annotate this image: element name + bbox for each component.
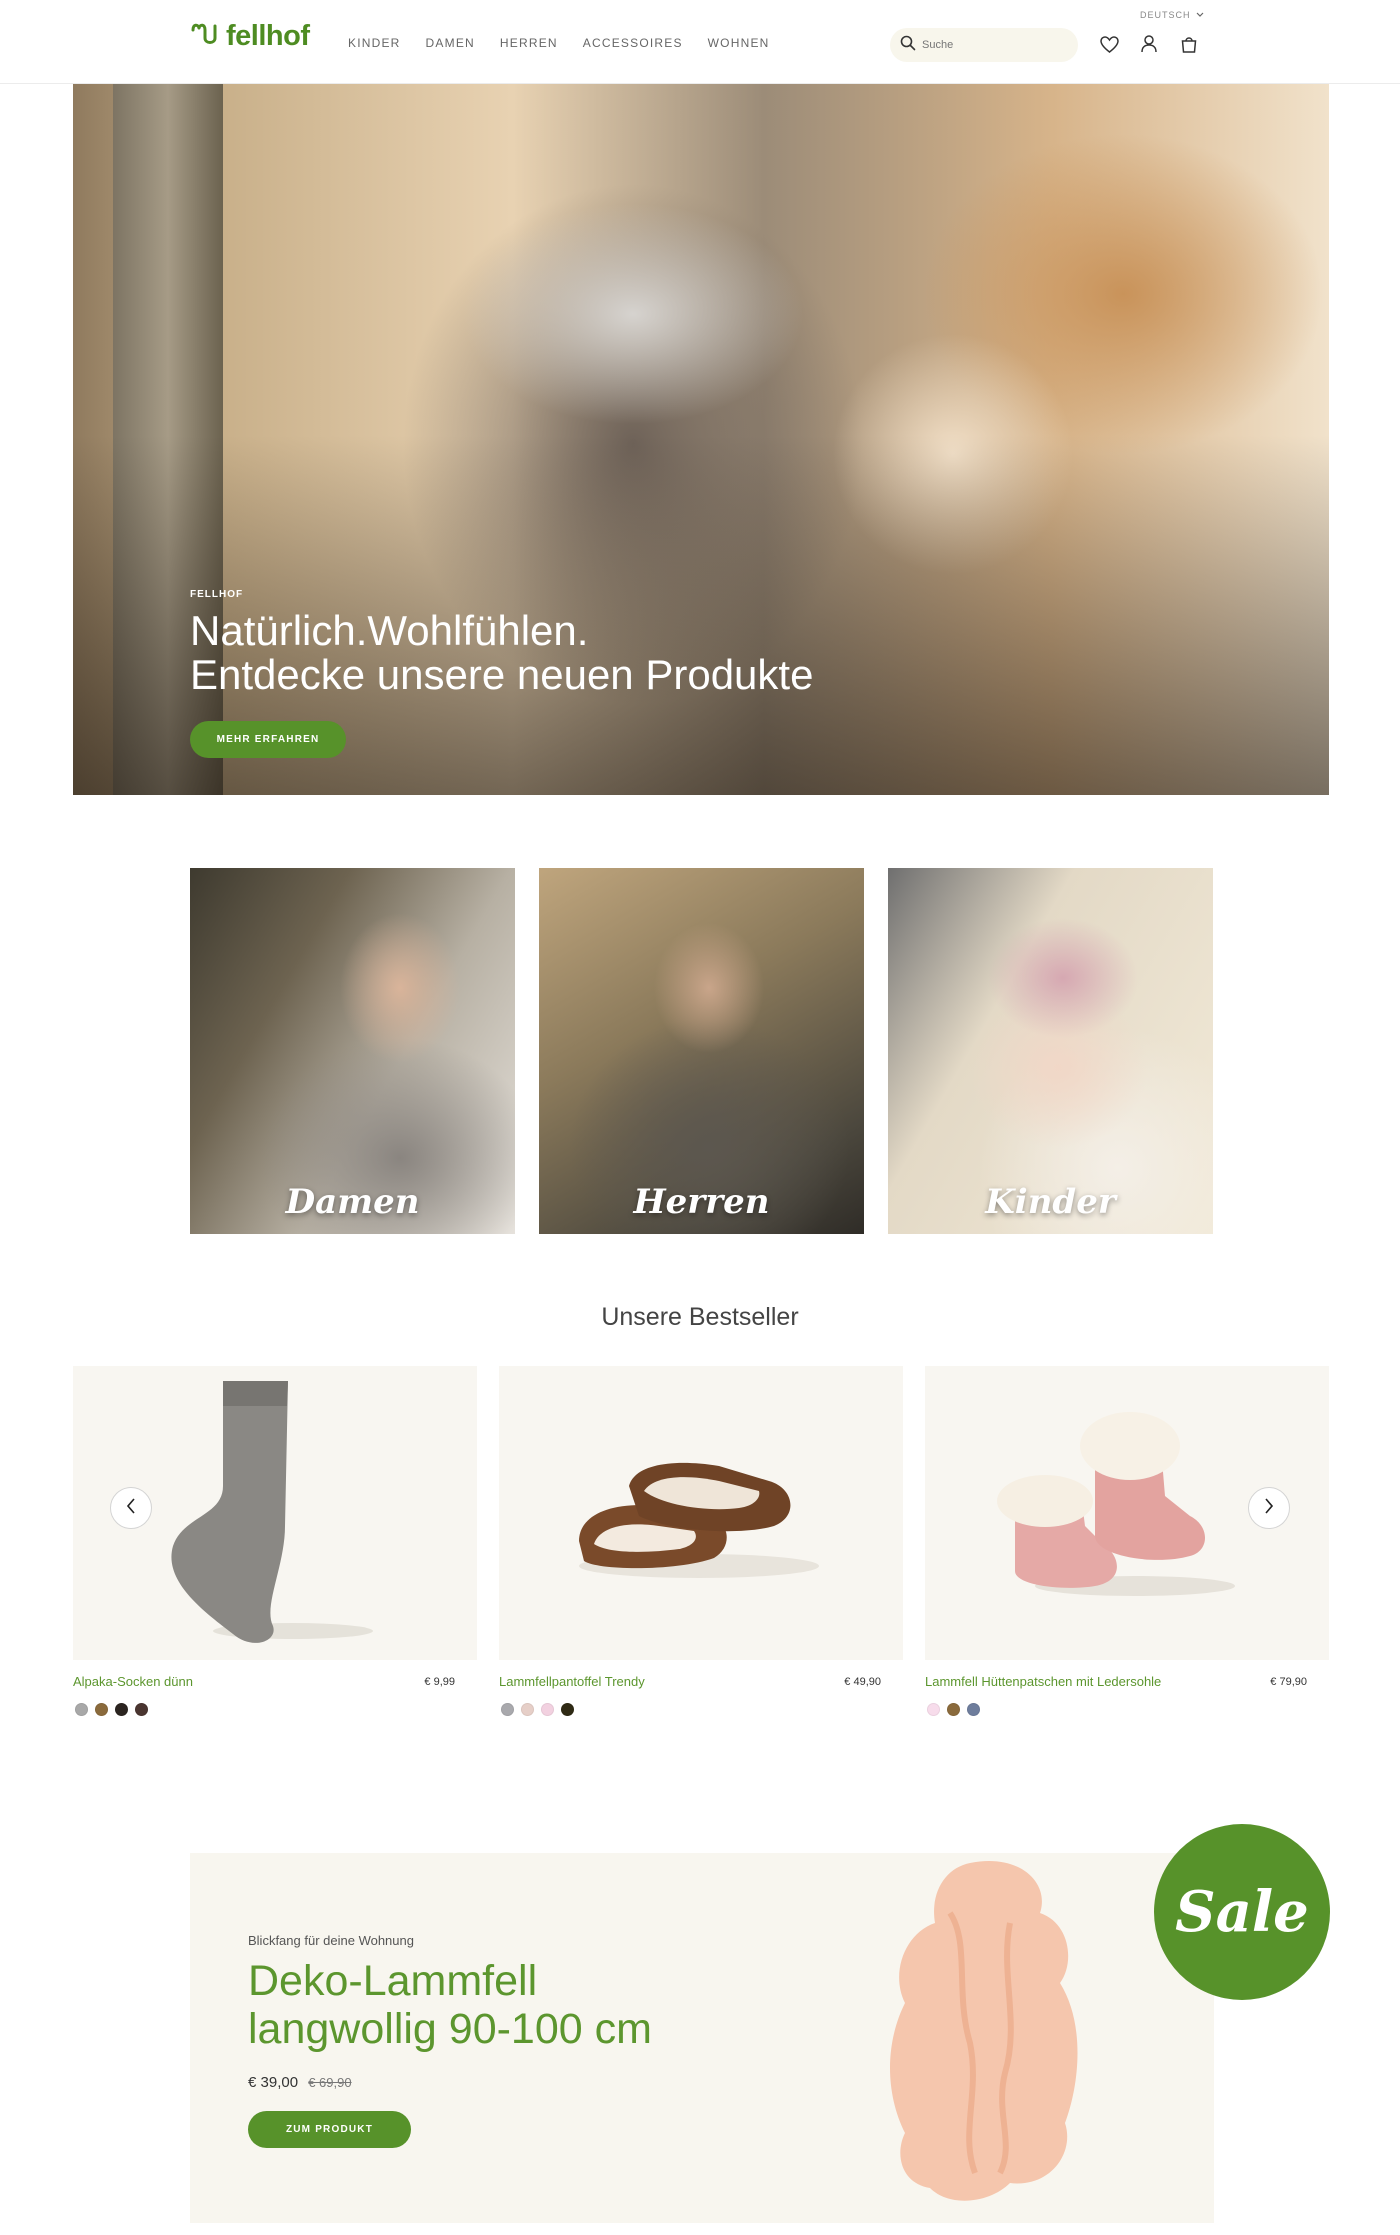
product-price: € 79,90 — [1270, 1676, 1307, 1688]
product-name[interactable]: Lammfellpantoffel Trendy — [499, 1674, 645, 1689]
language-selector[interactable]: DEUTSCH — [1140, 10, 1204, 20]
color-swatches — [75, 1703, 148, 1716]
site-header: fellhof KINDER DAMEN HERREN ACCESSOIRES … — [0, 0, 1400, 84]
logo-icon — [190, 20, 222, 53]
nav-item-accessoires[interactable]: ACCESSOIRES — [583, 36, 683, 50]
product-name[interactable]: Alpaka-Socken dünn — [73, 1674, 193, 1689]
promo-current-price: € 39,00 — [248, 2074, 299, 2091]
bestseller-carousel: Alpaka-Socken dünn € 9,99 Lammfellpantof… — [73, 1366, 1329, 1726]
color-swatch[interactable] — [75, 1703, 88, 1716]
promo-old-price: € 69,90 — [308, 2075, 352, 2090]
color-swatch[interactable] — [115, 1703, 128, 1716]
header-icons — [1098, 33, 1200, 55]
promo-title-line2: langwollig 90-100 cm — [248, 2005, 652, 2053]
product-price: € 49,90 — [844, 1676, 881, 1688]
search-icon[interactable] — [900, 35, 916, 56]
chevron-down-icon — [1196, 10, 1204, 20]
color-swatches — [927, 1703, 980, 1716]
color-swatch[interactable] — [967, 1703, 980, 1716]
category-label-damen: Damen — [285, 1182, 420, 1222]
category-tile-damen[interactable]: Damen — [190, 868, 515, 1234]
promo-title[interactable]: Deko-Lammfell langwollig 90-100 cm — [248, 1957, 652, 2053]
product-image-sheepskin[interactable] — [860, 1853, 1120, 2223]
color-swatch[interactable] — [135, 1703, 148, 1716]
heart-icon[interactable] — [1098, 33, 1120, 55]
nav-item-herren[interactable]: HERREN — [500, 36, 558, 50]
color-swatches — [501, 1703, 574, 1716]
category-label-kinder: Kinder — [985, 1182, 1116, 1222]
main-nav: KINDER DAMEN HERREN ACCESSOIRES WOHNEN — [348, 36, 795, 50]
sale-badge: Sale — [1154, 1824, 1330, 2000]
carousel-next-button[interactable] — [1248, 1487, 1290, 1529]
logo-text: fellhof — [226, 20, 310, 52]
shopping-bag-icon[interactable] — [1178, 33, 1200, 55]
chevron-left-icon — [125, 1497, 137, 1520]
promo-price: € 39,00 € 69,90 — [248, 2074, 352, 2091]
to-product-button[interactable]: ZUM PRODUKT — [248, 2111, 411, 2148]
chevron-right-icon — [1263, 1497, 1275, 1520]
search-box — [890, 28, 1078, 62]
logo[interactable]: fellhof — [190, 20, 310, 53]
hero-banner[interactable]: FELLHOF Natürlich.Wohlfühlen. Entdecke u… — [73, 84, 1329, 795]
hero-title: Natürlich.Wohlfühlen. Entdecke unsere ne… — [190, 609, 813, 697]
hero-kicker: FELLHOF — [190, 589, 244, 600]
nav-item-wohnen[interactable]: WOHNEN — [708, 36, 770, 50]
promo-title-line1: Deko-Lammfell — [248, 1957, 538, 2005]
hero-title-line2: Entdecke unsere neuen Produkte — [190, 651, 814, 698]
category-tile-herren[interactable]: Herren — [539, 868, 864, 1234]
promo-banner: Blickfang für deine Wohnung Deko-Lammfel… — [190, 1853, 1214, 2223]
color-swatch[interactable] — [927, 1703, 940, 1716]
user-icon[interactable] — [1138, 33, 1160, 55]
color-swatch[interactable] — [947, 1703, 960, 1716]
category-tiles: Damen Herren Kinder — [190, 868, 1214, 1234]
product-price: € 9,99 — [424, 1676, 455, 1688]
bestseller-title: Unsere Bestseller — [601, 1303, 799, 1331]
search-input[interactable] — [922, 39, 1062, 51]
hero-title-line1: Natürlich.Wohlfühlen. — [190, 607, 589, 654]
color-swatch[interactable] — [521, 1703, 534, 1716]
carousel-prev-button[interactable] — [110, 1487, 152, 1529]
color-swatch[interactable] — [541, 1703, 554, 1716]
color-swatch[interactable] — [561, 1703, 574, 1716]
category-label-herren: Herren — [633, 1182, 770, 1222]
color-swatch[interactable] — [501, 1703, 514, 1716]
category-tile-kinder[interactable]: Kinder — [888, 868, 1213, 1234]
product-name[interactable]: Lammfell Hüttenpatschen mit Ledersohle — [925, 1674, 1161, 1689]
product-card[interactable]: Lammfellpantoffel Trendy € 49,90 — [499, 1366, 903, 1716]
nav-item-damen[interactable]: DAMEN — [426, 36, 475, 50]
hero-more-button[interactable]: MEHR ERFAHREN — [190, 721, 346, 758]
product-image-slippers[interactable] — [499, 1366, 903, 1660]
language-label: DEUTSCH — [1140, 10, 1191, 20]
color-swatch[interactable] — [95, 1703, 108, 1716]
nav-item-kinder[interactable]: KINDER — [348, 36, 401, 50]
promo-kicker: Blickfang für deine Wohnung — [248, 1933, 414, 1948]
